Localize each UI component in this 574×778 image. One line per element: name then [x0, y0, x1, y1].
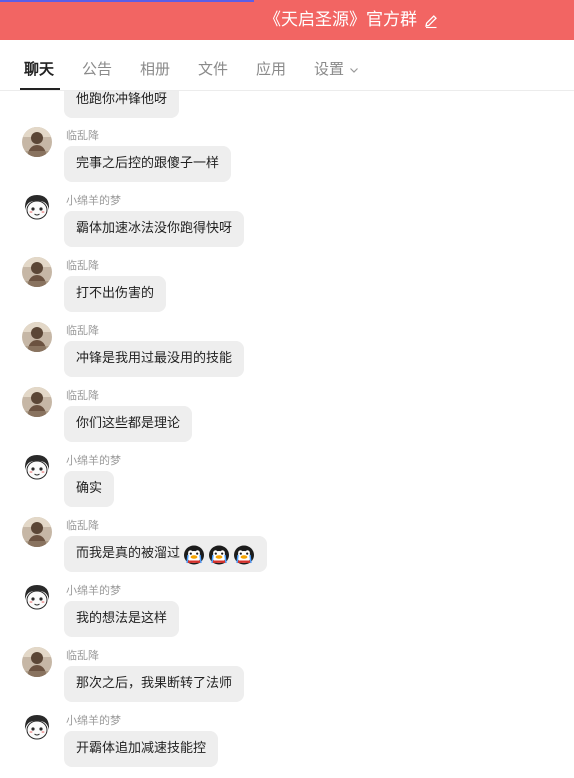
tab-settings-label: 设置	[314, 60, 345, 78]
tab-files[interactable]: 文件	[198, 59, 228, 79]
message-sender: 临乱降	[66, 324, 99, 337]
photo-avatar[interactable]	[22, 387, 52, 417]
tab-chat[interactable]: 聊天	[24, 59, 54, 79]
penguin-cry-emoji	[208, 543, 230, 565]
cartoon-avatar[interactable]	[22, 712, 52, 742]
message-bubble[interactable]: 我的想法是这样	[64, 601, 180, 637]
penguin-cry-emoji	[183, 543, 205, 565]
chevron-down-icon	[350, 67, 358, 73]
tab-bar: 聊天 公告 相册 文件 应用 设置	[0, 40, 574, 91]
group-title-text: 《天启圣源》官方群	[264, 10, 417, 30]
message-sender: 临乱降	[66, 129, 99, 142]
photo-avatar[interactable]	[22, 127, 52, 157]
penguin-cry-emoji	[233, 543, 255, 565]
message-bubble[interactable]: 冲锋是我用过最没用的技能	[64, 341, 245, 377]
group-title: 《天启圣源》官方群	[264, 8, 439, 32]
cartoon-avatar[interactable]	[22, 192, 52, 222]
edit-title-icon[interactable]	[423, 12, 439, 29]
message-sender: 小绵羊的梦	[66, 584, 121, 597]
tab-announcements[interactable]: 公告	[82, 59, 112, 79]
cartoon-avatar[interactable]	[22, 452, 52, 482]
photo-avatar[interactable]	[22, 517, 52, 547]
header-accent-bar	[0, 0, 254, 2]
message-sender: 小绵羊的梦	[66, 454, 121, 467]
message-bubble[interactable]: 霸体加速冰法没你跑得快呀	[64, 211, 245, 247]
message-sender: 临乱降	[66, 259, 99, 272]
chat-message-list[interactable]: 他跑你冲锋他呀 临乱降 完事之后控的跟傻子一样 小绵羊的梦 霸体加速冰法没你跑得…	[0, 91, 574, 778]
message-sender: 小绵羊的梦	[66, 714, 121, 727]
cartoon-avatar[interactable]	[22, 582, 52, 612]
tab-apps[interactable]: 应用	[256, 59, 286, 79]
message-bubble[interactable]: 他跑你冲锋他呀	[64, 91, 180, 118]
message-bubble[interactable]: 打不出伤害的	[64, 276, 167, 312]
tab-album[interactable]: 相册	[140, 59, 170, 79]
message-bubble[interactable]: 那次之后，我果断转了法师	[64, 666, 245, 702]
message-sender: 小绵羊的梦	[66, 194, 121, 207]
tab-settings[interactable]: 设置	[314, 59, 359, 79]
message-bubble[interactable]: 你们这些都是理论	[64, 406, 193, 442]
photo-avatar[interactable]	[22, 322, 52, 352]
message-sender: 临乱降	[66, 519, 99, 532]
photo-avatar[interactable]	[22, 257, 52, 287]
message-bubble[interactable]: 开霸体追加减速技能控	[64, 731, 219, 767]
window-header: 《天启圣源》官方群	[0, 0, 574, 40]
active-tab-indicator	[20, 88, 60, 90]
message-bubble[interactable]: 确实	[64, 471, 115, 507]
message-bubble[interactable]: 而我是真的被溜过	[64, 536, 268, 572]
message-text: 而我是真的被溜过	[76, 546, 181, 561]
message-sender: 临乱降	[66, 389, 99, 402]
photo-avatar[interactable]	[22, 647, 52, 677]
message-bubble[interactable]: 完事之后控的跟傻子一样	[64, 146, 232, 182]
message-sender: 临乱降	[66, 649, 99, 662]
